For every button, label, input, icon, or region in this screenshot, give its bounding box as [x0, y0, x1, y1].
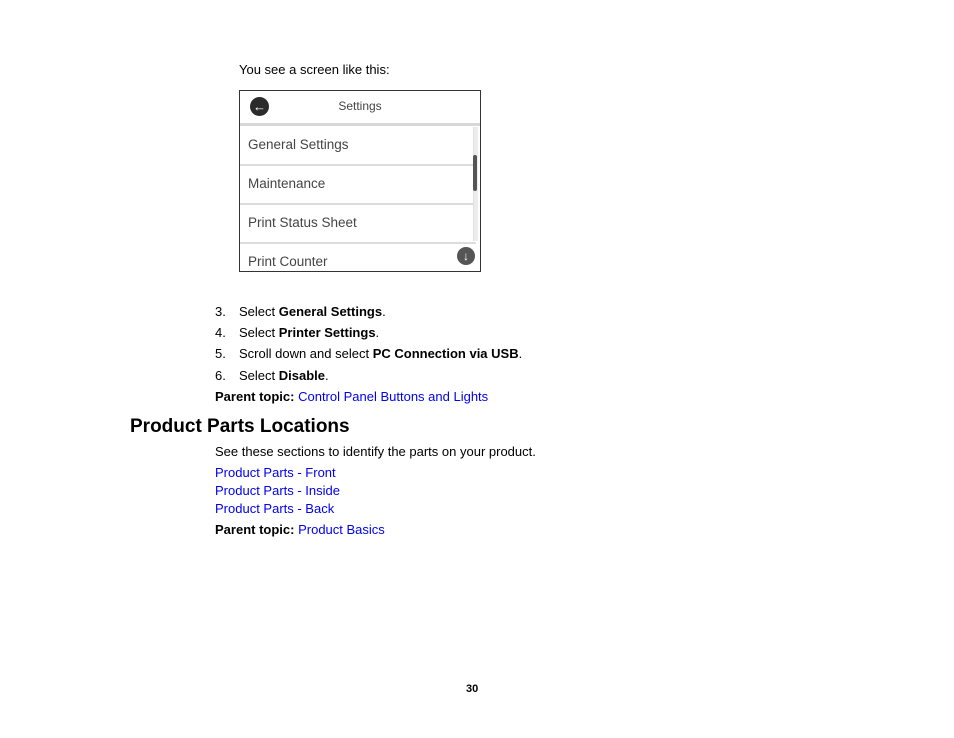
menu-item-label: Maintenance: [248, 176, 326, 191]
menu-item-label: Print Counter: [248, 254, 328, 269]
step-number: 6.: [215, 368, 226, 383]
parent-topic-label: Parent topic:: [215, 389, 295, 404]
arrow-down-icon: ↓: [457, 247, 475, 265]
step-text: Scroll down and select: [239, 346, 373, 361]
step-bold-text: Disable: [278, 368, 325, 383]
step-number: 5.: [215, 346, 226, 361]
step-suffix: .: [382, 304, 386, 319]
intro-text: You see a screen like this:: [239, 62, 390, 77]
menu-item-print-counter: Print Counter: [240, 243, 476, 271]
step-bold-text: PC Connection via USB: [372, 346, 519, 361]
link-product-parts-inside[interactable]: Product Parts - Inside: [215, 483, 340, 499]
link-product-basics[interactable]: Product Basics: [298, 522, 385, 537]
step-suffix: .: [518, 346, 523, 361]
link-control-panel-buttons-and-lights[interactable]: Control Panel Buttons and Lights: [298, 389, 488, 404]
link-product-parts-front[interactable]: Product Parts - Front: [215, 465, 336, 481]
scrollbar-thumb: [473, 155, 477, 191]
step-suffix: .: [375, 325, 380, 340]
screen-header: ← Settings: [240, 91, 480, 126]
step-bold-text: General Settings: [278, 304, 383, 319]
link-product-parts-back[interactable]: Product Parts - Back: [215, 501, 334, 517]
menu-item-print-status-sheet: Print Status Sheet: [240, 204, 476, 244]
step-suffix: .: [325, 368, 329, 383]
parent-topic-2: Parent topic: Product Basics: [215, 522, 385, 538]
step-number: 3.: [215, 304, 226, 319]
step-text: Select: [239, 304, 279, 319]
section-description: See these sections to identify the parts…: [215, 444, 536, 459]
step-text: Select: [239, 325, 279, 340]
screen-title: Settings: [338, 99, 382, 113]
menu-item-maintenance: Maintenance: [240, 165, 476, 205]
settings-screen-image: ← Settings General Settings Maintenance …: [239, 90, 481, 272]
menu-item-label: Print Status Sheet: [248, 215, 357, 230]
parent-topic-label: Parent topic:: [215, 522, 295, 537]
page-number: 30: [466, 683, 479, 695]
menu-item-general-settings: General Settings: [240, 126, 476, 166]
step-text: Select: [239, 368, 279, 383]
menu-item-label: General Settings: [248, 137, 349, 152]
section-title: Product Parts Locations: [130, 416, 350, 437]
parent-topic-1: Parent topic: Control Panel Buttons and …: [215, 389, 488, 405]
step-number: 4.: [215, 325, 226, 340]
step-bold-text: Printer Settings: [278, 325, 376, 340]
